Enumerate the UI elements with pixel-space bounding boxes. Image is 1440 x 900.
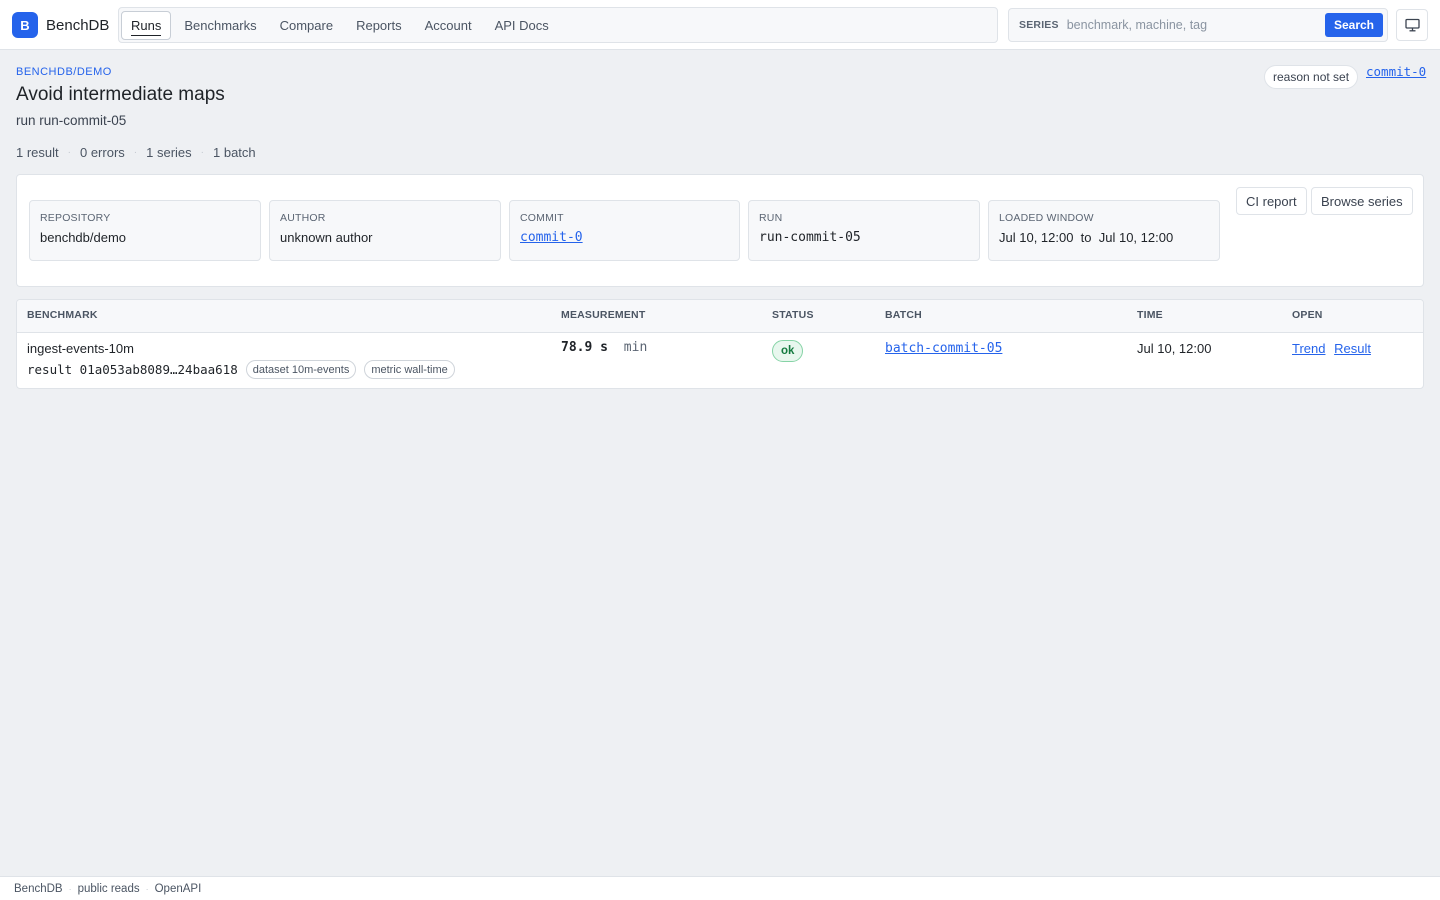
- info-run: RUN run-commit-05: [748, 200, 980, 261]
- page-subtitle: run run-commit-05: [16, 113, 127, 128]
- info-author: AUTHOR unknown author: [269, 200, 501, 261]
- ci-report-button[interactable]: CI report: [1236, 187, 1307, 215]
- search-label: SERIES: [1019, 19, 1059, 31]
- column-header-batch: BATCH: [885, 309, 922, 321]
- display-toggle-button[interactable]: [1396, 9, 1428, 41]
- monitor-icon: [1404, 18, 1420, 32]
- measurement-value: 78.9 s: [561, 340, 608, 355]
- nav-item-account[interactable]: Account: [415, 11, 482, 40]
- nav-item-runs[interactable]: Runs: [121, 10, 172, 40]
- repo-eyebrow[interactable]: BENCHDB/DEMO: [16, 66, 112, 78]
- column-header-measurement: MEASUREMENT: [561, 309, 646, 321]
- commit-value-link[interactable]: commit-0: [520, 230, 583, 245]
- info-value: benchdb/demo: [40, 230, 127, 245]
- main-nav: Runs Benchmarks Compare Reports Account …: [118, 7, 998, 43]
- info-repository: REPOSITORY benchdb/demo: [29, 200, 261, 261]
- tag-metric: metric wall-time: [364, 360, 455, 379]
- column-header-open: OPEN: [1292, 309, 1323, 321]
- info-loaded-window: LOADED WINDOW Jul 10, 12:00 to Jul 10, 1…: [988, 200, 1220, 261]
- brand[interactable]: B BenchDB: [12, 12, 109, 38]
- benchmark-name[interactable]: ingest-events-10m: [27, 341, 134, 356]
- info-label: RUN: [759, 212, 783, 224]
- batch-link[interactable]: batch-commit-05: [885, 341, 1002, 356]
- commit-link[interactable]: commit-0: [1366, 64, 1426, 79]
- column-header-status: STATUS: [772, 309, 814, 321]
- run-info-card: REPOSITORY benchdb/demo AUTHOR unknown a…: [16, 174, 1424, 287]
- info-label: LOADED WINDOW: [999, 212, 1094, 224]
- series-search: SERIES Search: [1008, 8, 1388, 42]
- result-link[interactable]: Result: [1334, 341, 1371, 356]
- footer-brand[interactable]: BenchDB: [14, 883, 63, 895]
- brand-name: BenchDB: [46, 16, 110, 34]
- info-commit: COMMIT commit-0: [509, 200, 740, 261]
- reason-badge: reason not set: [1264, 65, 1359, 89]
- column-header-benchmark: BENCHMARK: [27, 309, 98, 321]
- info-value: unknown author: [280, 230, 373, 245]
- search-button[interactable]: Search: [1324, 13, 1383, 37]
- info-label: AUTHOR: [280, 212, 326, 224]
- footer: BenchDB · public reads · OpenAPI: [0, 876, 1440, 900]
- page-title: Avoid intermediate maps: [16, 84, 225, 105]
- stat-batches: 1 batch: [213, 145, 256, 160]
- status-badge: ok: [772, 340, 804, 362]
- info-label: REPOSITORY: [40, 212, 111, 224]
- info-value: run-commit-05: [759, 230, 861, 245]
- results-table: BENCHMARK MEASUREMENT STATUS BATCH TIME …: [16, 299, 1424, 389]
- column-header-time: TIME: [1137, 309, 1163, 321]
- footer-openapi[interactable]: OpenAPI: [155, 883, 202, 895]
- info-value: commit-0: [520, 230, 729, 245]
- info-label: COMMIT: [520, 212, 564, 224]
- measurement-stat: min: [623, 340, 648, 355]
- tag-dataset: dataset 10m-events: [245, 360, 357, 379]
- nav-item-reports[interactable]: Reports: [346, 11, 412, 40]
- search-input[interactable]: [1066, 18, 1329, 32]
- nav-item-compare[interactable]: Compare: [270, 11, 343, 40]
- browse-series-button[interactable]: Browse series: [1311, 187, 1413, 215]
- table-header: BENCHMARK MEASUREMENT STATUS BATCH TIME …: [17, 300, 1423, 333]
- nav-item-benchmarks[interactable]: Benchmarks: [174, 11, 266, 40]
- stat-series: 1 series: [146, 145, 192, 160]
- trend-link[interactable]: Trend: [1292, 341, 1325, 356]
- brand-logo: B: [12, 12, 38, 38]
- stat-results: 1 result: [16, 145, 59, 160]
- run-stats: 1 result · 0 errors · 1 series · 1 batch: [16, 145, 256, 160]
- stat-errors: 0 errors: [79, 145, 125, 160]
- run-time: Jul 10, 12:00: [1137, 341, 1212, 356]
- nav-item-api-docs[interactable]: API Docs: [485, 11, 559, 40]
- footer-public-reads[interactable]: public reads: [78, 883, 140, 895]
- top-bar: B BenchDB Runs Benchmarks Compare Report…: [0, 0, 1440, 50]
- info-value: Jul 10, 12:00 to Jul 10, 12:00: [999, 230, 1174, 245]
- result-id: result 01a053ab8089…24baa618: [27, 362, 238, 377]
